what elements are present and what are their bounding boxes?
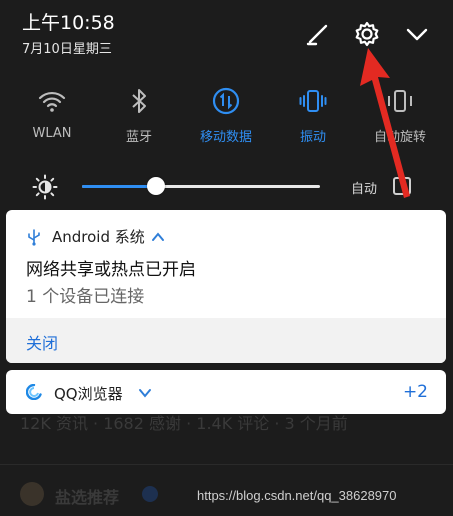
notification-android-system[interactable]: Android 系统 网络共享或热点已开启 1 个设备已连接 关闭 xyxy=(6,210,446,363)
toggle-wlan[interactable]: WLAN xyxy=(15,86,89,141)
auto-rotate-icon xyxy=(388,90,412,112)
auto-brightness-label: 自动 xyxy=(351,182,378,197)
toggle-label-wlan: WLAN xyxy=(32,126,72,141)
verified-badge-icon xyxy=(142,486,158,502)
notification-action-bar: 关闭 xyxy=(6,318,446,363)
brightness-slider-fill xyxy=(82,185,156,188)
toggle-mobile-data[interactable]: 移动数据 xyxy=(189,86,263,145)
brightness-slider-thumb[interactable] xyxy=(146,177,165,195)
status-time: 上午10:58 xyxy=(22,12,115,34)
divider xyxy=(0,464,453,465)
toggle-label-auto-rotate: 自动旋转 xyxy=(373,130,426,145)
notification-header: Android 系统 xyxy=(26,226,165,247)
edit-icon[interactable] xyxy=(304,20,332,48)
vibrate-icon xyxy=(299,90,327,112)
toggle-auto-rotate[interactable]: 自动旋转 xyxy=(363,86,437,145)
notification-qq-browser[interactable]: QQ浏览器 +2 xyxy=(6,370,446,414)
background-article-stats: 12K 资讯 · 1682 感谢 · 1.4K 评论 · 3 个月前 xyxy=(20,414,348,433)
expand-chevron-icon[interactable] xyxy=(403,20,431,48)
background-section-title: 盐选推荐 xyxy=(55,488,120,507)
toggle-label-bluetooth: 蓝牙 xyxy=(125,130,152,145)
wifi-icon xyxy=(38,91,66,112)
close-hotspot-button[interactable]: 关闭 xyxy=(26,330,58,354)
notification-title: 网络共享或热点已开启 xyxy=(26,260,196,280)
status-date: 7月10日星期三 xyxy=(22,42,112,57)
collapse-chevron-icon[interactable] xyxy=(151,230,165,244)
notification-app-name: QQ浏览器 xyxy=(54,385,123,403)
avatar xyxy=(20,482,44,506)
expand-chevron-icon[interactable] xyxy=(138,386,152,400)
usb-icon xyxy=(28,228,40,246)
auto-brightness-checkbox[interactable] xyxy=(393,177,411,195)
mobile-data-icon xyxy=(212,87,240,115)
bluetooth-icon xyxy=(132,89,146,113)
brightness-slider-track[interactable] xyxy=(82,185,320,188)
toggle-label-mobile-data: 移动数据 xyxy=(199,130,252,145)
notification-app-name: Android 系统 xyxy=(52,228,145,246)
settings-gear-icon[interactable] xyxy=(353,20,381,48)
toggle-bluetooth[interactable]: 蓝牙 xyxy=(102,86,176,145)
qq-browser-icon xyxy=(26,384,42,400)
brightness-icon xyxy=(32,174,58,200)
watermark-url: https://blog.csdn.net/qq_38628970 xyxy=(197,488,397,503)
toggle-vibrate[interactable]: 振动 xyxy=(276,86,350,145)
notification-text: 1 个设备已连接 xyxy=(26,287,145,307)
notification-count: +2 xyxy=(402,382,428,402)
toggle-label-vibrate: 振动 xyxy=(299,130,326,145)
